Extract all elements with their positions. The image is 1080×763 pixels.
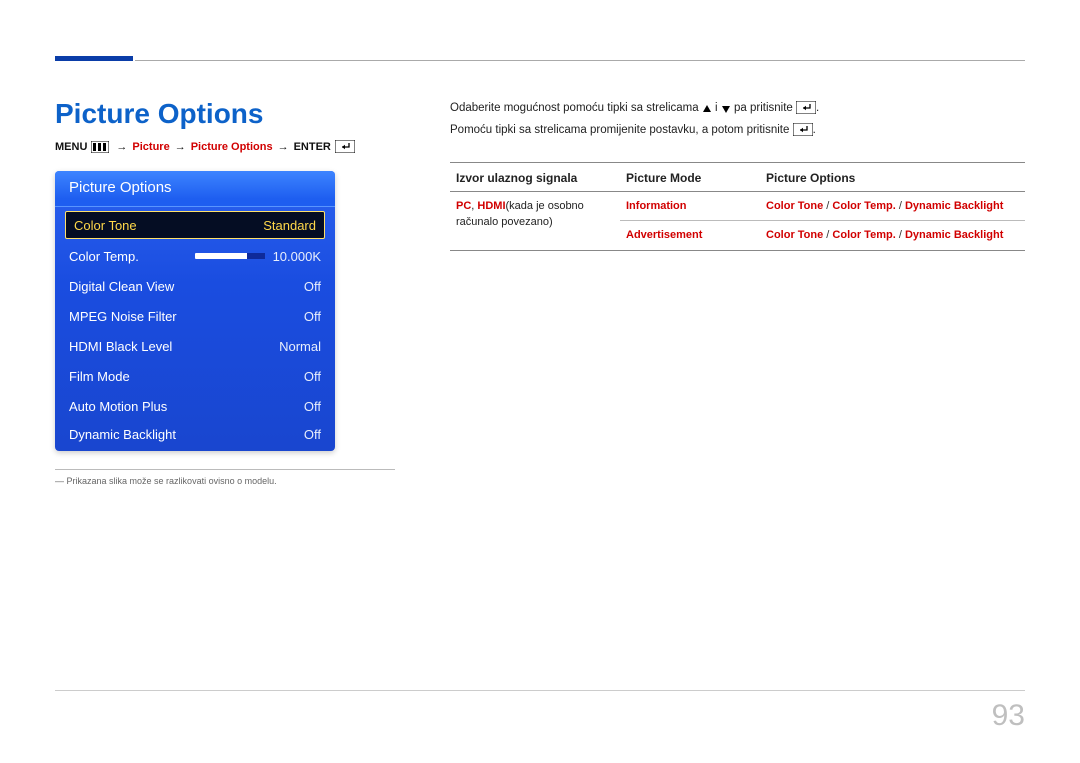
footer-rule xyxy=(55,690,1025,691)
breadcrumb-menu: MENU xyxy=(55,141,87,153)
osd-value: Off xyxy=(304,309,321,324)
source-hdmi: HDMI xyxy=(477,200,505,212)
opt-b: Color Temp. xyxy=(832,229,895,241)
osd-label: Color Tone xyxy=(74,218,137,233)
osd-value: Standard xyxy=(263,218,316,233)
osd-row-dynamic-backlight[interactable]: Dynamic Backlight Off xyxy=(55,421,335,451)
intro-text: . xyxy=(813,124,816,136)
osd-label: Color Temp. xyxy=(69,249,139,264)
osd-row-mpeg-noise-filter[interactable]: MPEG Noise Filter Off xyxy=(55,301,335,331)
osd-label: Film Mode xyxy=(69,369,130,384)
osd-header: Picture Options xyxy=(55,171,335,207)
osd-row-auto-motion-plus[interactable]: Auto Motion Plus Off xyxy=(55,391,335,421)
opt-b: Color Temp. xyxy=(832,200,895,212)
enter-icon xyxy=(793,124,813,136)
th-source: Izvor ulaznog signala xyxy=(450,162,620,191)
osd-row-hdmi-black-level[interactable]: HDMI Black Level Normal xyxy=(55,331,335,361)
mode-information: Information xyxy=(626,200,687,212)
opt-a: Color Tone xyxy=(766,200,823,212)
osd-value: 10.000K xyxy=(273,249,321,264)
osd-row-color-temp[interactable]: Color Temp. 10.000K xyxy=(55,241,335,271)
intro-text: pa pritisnite xyxy=(731,102,796,114)
footnote: ― Prikazana slika može se razlikovati ov… xyxy=(55,476,395,486)
osd-slider[interactable] xyxy=(195,253,265,259)
header-accent xyxy=(55,56,133,61)
osd-row-digital-clean-view[interactable]: Digital Clean View Off xyxy=(55,271,335,301)
enter-icon xyxy=(796,102,816,114)
breadcrumb-arrow-icon: → xyxy=(278,141,289,153)
td-options: Color Tone / Color Temp. / Dynamic Backl… xyxy=(760,191,1025,221)
intro-line-1: Odaberite mogućnost pomoću tipki sa stre… xyxy=(450,98,1025,120)
osd-value: Off xyxy=(304,279,321,294)
osd-label: Digital Clean View xyxy=(69,279,174,294)
td-options: Color Tone / Color Temp. / Dynamic Backl… xyxy=(760,221,1025,251)
td-mode: Information xyxy=(620,191,760,221)
footnote-rule xyxy=(55,469,395,470)
arrow-up-icon xyxy=(702,102,712,114)
mode-advertisement: Advertisement xyxy=(626,229,702,241)
breadcrumb-arrow-icon: → xyxy=(116,141,127,153)
osd-label: Auto Motion Plus xyxy=(69,399,167,414)
td-mode: Advertisement xyxy=(620,221,760,251)
osd-value: Normal xyxy=(279,339,321,354)
osd-label: Dynamic Backlight xyxy=(69,427,176,442)
header-rule xyxy=(135,60,1025,61)
page-title: Picture Options xyxy=(55,98,395,130)
opt-a: Color Tone xyxy=(766,229,823,241)
breadcrumb-arrow-icon: → xyxy=(175,141,186,153)
enter-icon xyxy=(335,140,355,153)
intro-text: i xyxy=(712,102,721,114)
compatibility-table: Izvor ulaznog signala Picture Mode Pictu… xyxy=(450,162,1025,251)
breadcrumb-enter: ENTER xyxy=(294,141,331,153)
footnote-text: Prikazana slika može se razlikovati ovis… xyxy=(67,476,277,486)
osd-label: HDMI Black Level xyxy=(69,339,172,354)
intro-text: . xyxy=(816,102,819,114)
th-options: Picture Options xyxy=(760,162,1025,191)
page-number: 93 xyxy=(992,699,1025,733)
breadcrumb: MENU → Picture → Picture Options → ENTER xyxy=(55,140,395,153)
arrow-down-icon xyxy=(721,102,731,114)
breadcrumb-picture: Picture xyxy=(132,141,169,153)
breadcrumb-picture-options: Picture Options xyxy=(191,141,273,153)
menu-grid-icon xyxy=(91,141,109,153)
osd-label: MPEG Noise Filter xyxy=(69,309,177,324)
intro-text: Odaberite mogućnost pomoću tipki sa stre… xyxy=(450,102,702,114)
opt-c: Dynamic Backlight xyxy=(905,200,1003,212)
osd-value: Off xyxy=(304,427,321,442)
osd-panel: Picture Options Color Tone Standard Colo… xyxy=(55,171,335,451)
th-mode: Picture Mode xyxy=(620,162,760,191)
osd-row-color-tone[interactable]: Color Tone Standard xyxy=(65,211,325,239)
osd-value: Off xyxy=(304,399,321,414)
osd-value: Off xyxy=(304,369,321,384)
intro-text: Pomoću tipki sa strelicama promijenite p… xyxy=(450,124,793,136)
osd-row-film-mode[interactable]: Film Mode Off xyxy=(55,361,335,391)
td-source: PC, HDMI(kada je osobno računalo povezan… xyxy=(450,191,620,250)
intro-line-2: Pomoću tipki sa strelicama promijenite p… xyxy=(450,120,1025,142)
source-pc: PC xyxy=(456,200,471,212)
opt-c: Dynamic Backlight xyxy=(905,229,1003,241)
